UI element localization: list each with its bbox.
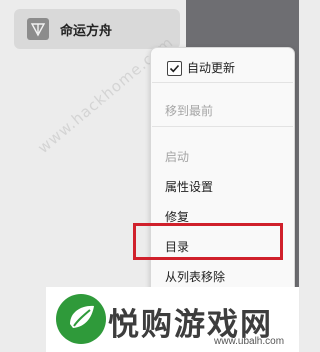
menu-item-auto-update[interactable]: 自动更新 — [187, 59, 235, 76]
site-logo-banner: 悦购游戏网 www.ubalh.com — [46, 287, 299, 352]
menu-item-properties[interactable]: 属性设置 — [165, 178, 213, 195]
menu-item-move-to-front[interactable]: 移到最前 — [165, 102, 213, 119]
directory-highlight-box — [133, 223, 283, 260]
game-name: 命运方舟 — [60, 24, 113, 39]
menu-divider — [152, 82, 293, 83]
menu-item-launch[interactable]: 启动 — [165, 148, 189, 165]
brand-url: www.ubalh.com — [214, 336, 285, 347]
menu-item-remove-from-list[interactable]: 从列表移除 — [165, 268, 225, 285]
menu-divider — [152, 126, 293, 127]
auto-update-checkbox[interactable] — [167, 61, 182, 76]
game-emblem-icon — [27, 18, 49, 40]
leaf-logo-icon — [56, 294, 106, 344]
